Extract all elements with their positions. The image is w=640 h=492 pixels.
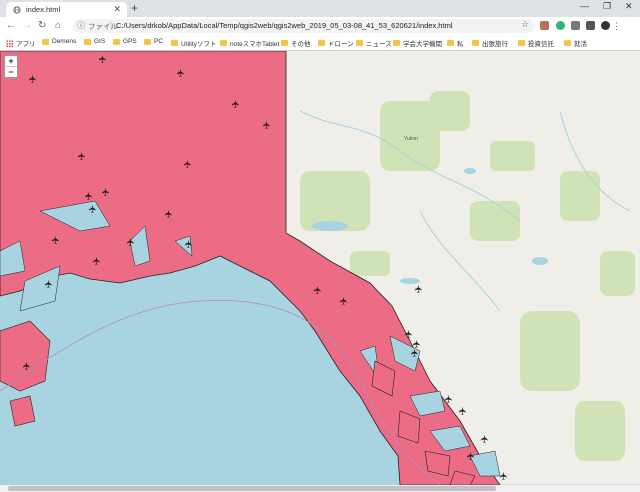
bookmark-folder[interactable]: Demens bbox=[42, 38, 76, 45]
tab-index-html[interactable]: index.html ✕ bbox=[6, 2, 127, 17]
airplane-icon[interactable]: ✈ bbox=[480, 435, 491, 443]
reload-icon[interactable]: ↻ bbox=[38, 19, 46, 33]
folder-icon bbox=[113, 38, 120, 45]
airplane-icon[interactable]: ✈ bbox=[92, 257, 103, 265]
close-window-icon[interactable]: ✕ bbox=[625, 1, 633, 12]
globe-icon bbox=[13, 6, 21, 14]
extension-icon[interactable] bbox=[571, 21, 580, 30]
menu-icon[interactable]: ⋮ bbox=[612, 19, 621, 33]
folder-icon bbox=[318, 40, 325, 46]
extension-icon[interactable] bbox=[540, 21, 549, 30]
folder-icon bbox=[564, 40, 571, 46]
bookmarks-bar: アプリ Demens GIS GPS PC Utilityソフト noteスマホ… bbox=[0, 35, 640, 51]
airplane-icon[interactable]: ✈ bbox=[458, 407, 469, 415]
folder-icon bbox=[356, 40, 363, 46]
folder-icon bbox=[472, 40, 479, 46]
bookmark-folder[interactable]: 出張旅行 bbox=[472, 38, 508, 48]
bookmark-folder[interactable]: noteスマホTablet bbox=[220, 38, 279, 48]
airplane-icon[interactable]: ✈ bbox=[126, 238, 137, 246]
bookmark-star-icon[interactable]: ☆ bbox=[521, 19, 529, 30]
airplane-icon[interactable]: ✈ bbox=[164, 210, 175, 218]
folder-icon bbox=[518, 40, 525, 46]
folder-icon bbox=[447, 40, 454, 46]
airplane-icon[interactable]: ✈ bbox=[51, 236, 62, 244]
bookmark-folder[interactable]: その他 bbox=[281, 38, 311, 48]
airplane-icon[interactable]: ✈ bbox=[410, 349, 421, 357]
airplane-icon[interactable]: ✈ bbox=[77, 152, 88, 160]
airplane-icon[interactable]: ✈ bbox=[466, 452, 477, 460]
address-bar[interactable]: ⓘ ファイル | C:/Users/drkob/AppData/Local/Te… bbox=[73, 19, 535, 33]
airplane-icon[interactable]: ✈ bbox=[339, 297, 350, 305]
tab-title: index.html bbox=[26, 5, 61, 14]
bookmark-apps[interactable]: アプリ bbox=[6, 38, 36, 48]
tab-strip: index.html ✕ + — ❐ ✕ bbox=[0, 0, 640, 17]
bookmark-folder[interactable]: 投資信託 bbox=[518, 38, 554, 48]
bookmark-folder[interactable]: ニュース bbox=[356, 38, 392, 48]
airplane-icon[interactable]: ✈ bbox=[412, 340, 423, 348]
bookmark-folder[interactable]: GIS bbox=[84, 38, 105, 45]
folder-icon bbox=[42, 38, 49, 45]
airplane-icon[interactable]: ✈ bbox=[176, 69, 187, 77]
folder-icon bbox=[144, 38, 151, 45]
extension-icon[interactable] bbox=[556, 21, 565, 30]
folder-icon bbox=[393, 40, 400, 46]
airplane-icon[interactable]: ✈ bbox=[44, 280, 55, 288]
minimize-icon[interactable]: — bbox=[580, 1, 589, 11]
forward-icon[interactable]: → bbox=[22, 19, 32, 33]
folder-icon bbox=[84, 38, 91, 45]
airplane-icon[interactable]: ✈ bbox=[88, 205, 99, 213]
airplane-icon[interactable]: ✈ bbox=[262, 121, 273, 129]
zoom-control: + − bbox=[4, 55, 18, 78]
airplane-icon[interactable]: ✈ bbox=[231, 100, 242, 108]
bookmark-folder[interactable]: Utilityソフト bbox=[171, 38, 216, 48]
new-tab-button[interactable]: + bbox=[131, 1, 138, 15]
home-icon[interactable]: ⌂ bbox=[55, 19, 61, 33]
back-icon[interactable]: ← bbox=[6, 19, 16, 33]
place-label: Yukon bbox=[404, 136, 418, 142]
url-separator: | bbox=[110, 20, 113, 29]
airplane-icon[interactable]: ✈ bbox=[84, 192, 95, 200]
airplane-icon[interactable]: ✈ bbox=[98, 55, 109, 63]
close-tab-icon[interactable]: ✕ bbox=[113, 4, 121, 15]
bookmark-folder[interactable]: GPS bbox=[113, 38, 137, 45]
airplane-icon[interactable]: ✈ bbox=[499, 472, 510, 480]
bookmark-folder[interactable]: 就活 bbox=[564, 38, 587, 48]
info-icon[interactable]: ⓘ bbox=[77, 20, 85, 31]
airplane-icon[interactable]: ✈ bbox=[101, 188, 112, 196]
extension-icon[interactable] bbox=[586, 21, 595, 30]
apps-icon bbox=[6, 39, 13, 47]
zoom-out-button[interactable]: − bbox=[5, 67, 17, 77]
avatar[interactable] bbox=[601, 21, 610, 30]
bookmark-folder[interactable]: PC bbox=[144, 38, 163, 45]
airplane-icon[interactable]: ✈ bbox=[28, 75, 39, 83]
airplane-icon[interactable]: ✈ bbox=[444, 395, 455, 403]
airplane-icon[interactable]: ✈ bbox=[404, 330, 415, 338]
url-text[interactable]: C:/Users/drkob/AppData/Local/Temp/qgis2w… bbox=[116, 21, 452, 30]
scrollbar-thumb[interactable] bbox=[8, 486, 496, 491]
folder-icon bbox=[171, 40, 178, 46]
airplane-icon[interactable]: ✈ bbox=[414, 285, 425, 293]
url-scheme-label: ファイル bbox=[88, 22, 118, 31]
bookmark-folder[interactable]: 学会大学機関 bbox=[393, 38, 442, 48]
horizontal-scrollbar[interactable] bbox=[0, 485, 640, 492]
basemap: Yukon bbox=[0, 51, 640, 485]
folder-icon bbox=[281, 40, 288, 46]
airplane-icon[interactable]: ✈ bbox=[183, 160, 194, 168]
folder-icon bbox=[220, 40, 227, 46]
bookmark-folder[interactable]: 私 bbox=[447, 38, 464, 48]
restore-icon[interactable]: ❐ bbox=[603, 1, 611, 12]
airplane-icon[interactable]: ✈ bbox=[22, 362, 33, 370]
airplane-icon[interactable]: ✈ bbox=[184, 240, 195, 248]
map-canvas[interactable]: Yukon ✈ ✈ ✈ ✈ ✈ ✈ ✈ ✈ ✈ ✈ ✈ ✈ ✈ ✈ ✈ ✈ ✈ … bbox=[0, 51, 640, 485]
airplane-icon[interactable]: ✈ bbox=[313, 286, 324, 294]
zoom-in-button[interactable]: + bbox=[5, 56, 17, 67]
bookmark-folder[interactable]: ドローン bbox=[318, 38, 354, 48]
